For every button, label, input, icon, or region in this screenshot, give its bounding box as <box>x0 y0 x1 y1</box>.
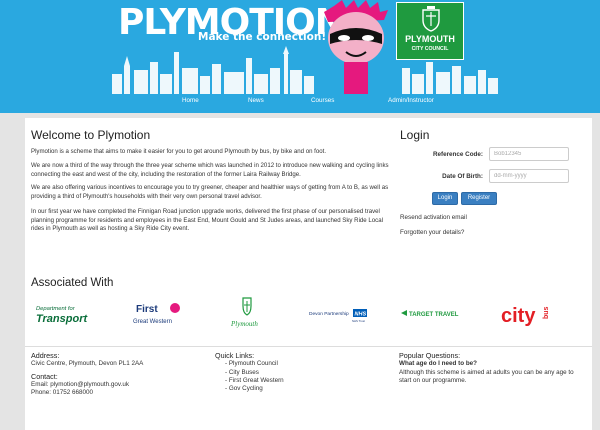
fgw-logo-line1: First <box>136 304 158 315</box>
reference-code-label: Reference Code: <box>432 151 483 158</box>
forgotten-details-link[interactable]: Forgotten your details? <box>400 229 464 236</box>
question-text[interactable]: What age do I need to be? <box>399 360 587 368</box>
nav-item-admin-instructor[interactable]: Admin/Instructor <box>388 97 434 104</box>
dft-logo-graphic: Department for Transport <box>36 306 88 325</box>
tagline: Make the connection! <box>198 31 327 43</box>
contact-heading: Contact: <box>31 371 58 381</box>
fgw-logo-graphic: First Great Western <box>133 303 180 325</box>
intro-paragraph: In our first year we have completed the … <box>31 208 383 233</box>
first-great-western-logo[interactable]: First Great Western <box>130 296 186 330</box>
date-of-birth-label: Date Of Birth: <box>442 173 483 180</box>
dft-logo-line2: Transport <box>36 313 88 325</box>
devon-partnership-nhs-logo[interactable]: Devon Partnership NHS NHS Trust <box>308 296 370 330</box>
fgw-logo-line2: Great Western <box>133 319 172 325</box>
dft-logo[interactable]: Department for Transport <box>33 296 95 330</box>
target-travel-logo[interactable]: TARGET TRAVEL <box>397 296 463 330</box>
quick-links-heading: Quick Links: <box>215 351 255 360</box>
login-title: Login <box>400 128 430 142</box>
footer-popular-questions-column: Popular Questions: What age do I need to… <box>399 351 587 385</box>
reference-code-input[interactable] <box>489 147 569 161</box>
main-content: Welcome to Plymotion Plymotion is a sche… <box>25 118 592 430</box>
answer-text: Although this scheme is aimed at adults … <box>399 368 574 384</box>
nav-item-home[interactable]: Home <box>182 97 199 104</box>
devon-logo-line1: Devon Partnership <box>309 311 349 317</box>
citybus-logo-graphic: city bus <box>501 305 550 327</box>
plymouth-city-council-logo[interactable]: PLYMOUTH CITY COUNCIL <box>396 2 464 60</box>
quick-link-gov-cycling[interactable]: - Gov Cycling <box>215 385 365 393</box>
login-button[interactable]: Login <box>432 192 458 205</box>
target-travel-text: TARGET TRAVEL <box>409 312 459 318</box>
plymouth-logo-text: Plymouth <box>230 320 258 328</box>
plymouth-logo[interactable]: Plymouth <box>223 296 271 330</box>
page-title: Welcome to Plymotion <box>31 128 151 142</box>
plymouth-logo-graphic: Plymouth <box>230 297 258 328</box>
citybus-logo[interactable]: city bus <box>499 296 553 330</box>
council-name: PLYMOUTH <box>405 34 455 44</box>
address-heading: Address: <box>31 351 60 360</box>
dft-logo-line1: Department for <box>36 306 76 312</box>
footer-divider <box>25 346 592 347</box>
nhs-badge: NHS <box>355 312 367 318</box>
nav-item-news[interactable]: News <box>248 97 264 104</box>
footer-address-column: Address: Civic Centre, Plymouth, Devon P… <box>31 351 211 397</box>
contact-email[interactable]: Email: plymotion@plymouth.gov.uk <box>31 381 211 389</box>
target-travel-logo-graphic: TARGET TRAVEL <box>401 310 459 318</box>
devon-nhs-logo-graphic: Devon Partnership NHS NHS Trust <box>309 309 367 323</box>
popular-questions-heading: Popular Questions: <box>399 351 461 360</box>
council-subtitle: CITY COUNCIL <box>411 46 449 52</box>
devon-logo-line2: NHS Trust <box>352 319 365 323</box>
quick-link-first-great-western[interactable]: - First Great Western <box>215 377 365 385</box>
citybus-logo-text: city <box>501 305 536 327</box>
contact-phone: Phone: 01752 668000 <box>31 389 93 397</box>
main-nav: Home News Courses Admin/Instructor <box>0 93 600 113</box>
address-text: Civic Centre, Plymouth, Devon PL1 2AA <box>31 360 144 368</box>
nav-item-courses[interactable]: Courses <box>311 97 334 104</box>
date-of-birth-input[interactable] <box>489 169 569 183</box>
intro-paragraph: Plymotion is a scheme that aims to make … <box>31 148 327 155</box>
resend-activation-link[interactable]: Resend activation email <box>400 214 467 221</box>
council-crest-icon <box>422 6 440 32</box>
footer-quick-links-column: Quick Links: - Plymouth Council - City B… <box>215 351 365 393</box>
register-button[interactable]: Register <box>461 192 497 205</box>
quick-link-plymouth-council[interactable]: - Plymouth Council <box>215 360 365 368</box>
intro-paragraph: We are also offering various incentives … <box>31 184 389 200</box>
site-header: PLYMOTION Make the connection! PLYMOUTH … <box>0 0 600 113</box>
citybus-logo-bus: bus <box>543 306 550 319</box>
intro-paragraph: We are now a third of the way through th… <box>31 162 389 178</box>
associated-title: Associated With <box>31 277 114 289</box>
mascot-illustration <box>324 0 388 94</box>
quick-link-city-buses[interactable]: - City Buses <box>215 369 365 377</box>
